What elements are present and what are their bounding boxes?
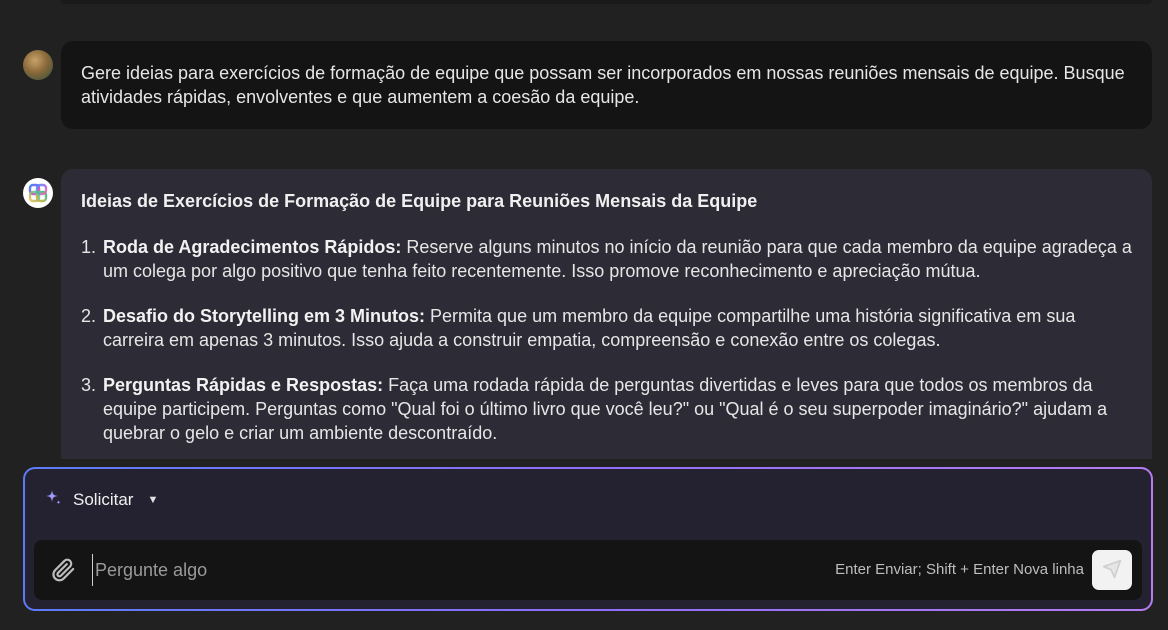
list-item-title: Perguntas Rápidas e Respostas: (103, 375, 384, 395)
assistant-heading: Ideias de Exercícios de Formação de Equi… (81, 191, 758, 211)
list-item: 1. Roda de Agradecimentos Rápidos: Reser… (81, 235, 1132, 283)
list-item: 2. Desafio do Storytelling em 3 Minutos:… (81, 304, 1132, 352)
ideas-list: 1. Roda de Agradecimentos Rápidos: Reser… (81, 235, 1132, 445)
send-button[interactable] (1092, 550, 1132, 590)
list-item-title: Roda de Agradecimentos Rápidos: (103, 237, 402, 257)
paperclip-icon[interactable] (50, 557, 76, 583)
list-item-number: 3. (81, 375, 97, 395)
list-item-title: Desafio do Storytelling em 3 Minutos: (103, 306, 426, 326)
mode-selector[interactable]: Solicitar ▼ (43, 487, 158, 513)
list-item-number: 2. (81, 306, 97, 326)
prompt-input[interactable] (92, 554, 772, 586)
prompt-composer: Solicitar ▼ Enter Enviar; Shift + Enter … (23, 467, 1153, 611)
caret-down-icon: ▼ (147, 494, 159, 506)
keyboard-hint: Enter Enviar; Shift + Enter Nova linha (835, 561, 1084, 578)
mode-label: Solicitar (73, 490, 134, 509)
user-avatar (23, 50, 53, 80)
sparkle-icon (43, 488, 63, 513)
list-item-number: 1. (81, 237, 97, 257)
list-item: 3. Perguntas Rápidas e Respostas: Faça u… (81, 373, 1132, 445)
send-icon (1102, 559, 1122, 582)
assistant-message: Ideias de Exercícios de Formação de Equi… (61, 169, 1152, 459)
user-message-text: Gere ideias para exercícios de formação … (81, 63, 1125, 107)
copilot-logo-icon (23, 178, 53, 208)
prompt-input-row: Enter Enviar; Shift + Enter Nova linha (34, 540, 1142, 600)
user-message: Gere ideias para exercícios de formação … (61, 41, 1152, 129)
previous-message-edge (60, 0, 1152, 4)
